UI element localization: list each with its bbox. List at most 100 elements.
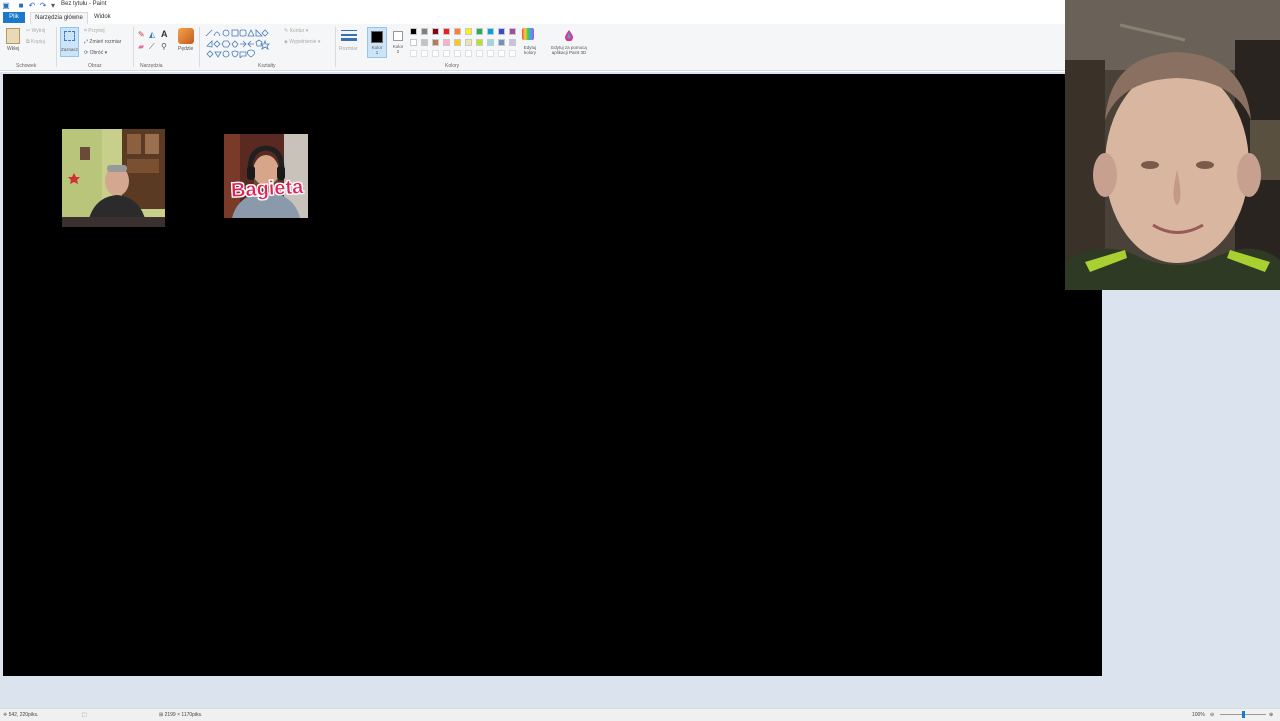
paste-button[interactable]: Wklej — [7, 46, 19, 52]
ribbon-tabs: Plik Narzędzia główne Widok — [0, 12, 1065, 24]
tools-group-label: Narzędzia — [140, 63, 163, 69]
copy-button[interactable]: ⧉ Kopiuj — [26, 39, 45, 45]
custom-color-slot[interactable] — [476, 50, 483, 57]
shapes-gallery[interactable] — [205, 28, 280, 59]
palette-color-swatch[interactable] — [487, 28, 494, 35]
custom-color-slot[interactable] — [432, 50, 439, 57]
palette-color-swatch[interactable] — [410, 39, 417, 46]
color1-swatch — [371, 31, 383, 43]
color1-label: Kolor 1 — [371, 45, 383, 55]
palette-color-swatch[interactable] — [432, 39, 439, 46]
divider — [335, 27, 336, 67]
bagieta-sticker-text: Bagieta — [230, 176, 304, 202]
ribbon: Wklej ✂ Wytnij ⧉ Kopiuj Schowek Zaznacz … — [0, 24, 1065, 71]
palette-color-swatch[interactable] — [465, 39, 472, 46]
palette-color-swatch[interactable] — [498, 39, 505, 46]
divider — [133, 27, 134, 67]
select-label: Zaznacz — [61, 47, 79, 52]
redo-icon[interactable]: ↷ — [39, 2, 47, 10]
color-palette — [410, 28, 520, 58]
pasted-photo-man-in-room[interactable] — [62, 129, 165, 227]
custom-color-slot[interactable] — [487, 50, 494, 57]
paint3d-drop-icon — [565, 30, 573, 42]
tab-file[interactable]: Plik — [3, 12, 25, 23]
color1-button[interactable]: Kolor 1 — [367, 27, 387, 58]
palette-color-swatch[interactable] — [476, 39, 483, 46]
color2-swatch — [393, 31, 403, 41]
undo-icon[interactable]: ↶ — [28, 2, 36, 10]
paste-icon[interactable] — [6, 28, 20, 44]
pencil-icon[interactable]: ✎ — [138, 30, 145, 39]
divider — [199, 27, 200, 67]
pasted-photo-image — [62, 129, 165, 227]
custom-color-slot[interactable] — [421, 50, 428, 57]
canvas-size: ⊞ 2199 × 1170piks. — [159, 712, 203, 718]
fill-button[interactable]: ◈ Wypełnienie ▾ — [284, 39, 320, 45]
cut-button[interactable]: ✂ Wytnij — [26, 28, 45, 34]
custom-color-slot[interactable] — [498, 50, 505, 57]
custom-color-slot[interactable] — [465, 50, 472, 57]
color-picker-icon[interactable]: ⟋ — [149, 42, 155, 52]
custom-color-slot[interactable] — [454, 50, 461, 57]
palette-color-swatch[interactable] — [465, 28, 472, 35]
divider — [56, 27, 57, 67]
color2-label: Kolor 2 — [392, 44, 404, 54]
select-icon — [64, 31, 75, 41]
size-icon[interactable] — [341, 29, 357, 43]
tab-view[interactable]: Widok — [94, 12, 111, 23]
clipboard-group-label: Schowek — [16, 63, 37, 69]
colors-group-label: Kolory — [445, 63, 460, 69]
palette-color-swatch[interactable] — [509, 28, 516, 35]
palette-color-swatch[interactable] — [509, 39, 516, 46]
custom-color-slot[interactable] — [443, 50, 450, 57]
image-group-label: Obraz — [88, 63, 102, 69]
text-tool-icon[interactable]: A — [161, 29, 168, 39]
paint-app-icon: ▣ — [2, 1, 10, 10]
shapes-group-label: Kształty — [258, 63, 276, 69]
zoom-slider-thumb[interactable] — [1242, 711, 1245, 718]
palette-color-swatch[interactable] — [498, 28, 505, 35]
selection-size-icon: ⬚ — [82, 712, 87, 718]
tab-home[interactable]: Narzędzia główne — [30, 12, 88, 24]
palette-color-swatch[interactable] — [421, 28, 428, 35]
shapes-gallery-icons — [205, 29, 270, 59]
color2-button[interactable]: Kolor 2 — [390, 27, 408, 58]
status-bar: ✛ 542, 220piks. ⬚ ⊞ 2199 × 1170piks. 100… — [0, 708, 1280, 721]
palette-color-swatch[interactable] — [454, 39, 461, 46]
resize-button[interactable]: ⤢ Zmień rozmiar — [84, 39, 121, 45]
customize-quick-access-icon[interactable]: ▾ — [49, 2, 57, 10]
title-bar: ▣ ■ ↶ ↷ ▾ Bez tytułu - Paint — [0, 0, 1065, 12]
crop-button[interactable]: ⌗ Przytnij — [84, 28, 105, 34]
rotate-button[interactable]: ⟳ Obróć ▾ — [84, 50, 107, 56]
save-icon[interactable]: ■ — [17, 2, 25, 10]
palette-color-swatch[interactable] — [432, 28, 439, 35]
edit-colors-button[interactable]: Edytuj kolory — [519, 45, 541, 55]
paint3d-button[interactable]: Edytuj za pomocą aplikacji Paint 3D — [544, 45, 594, 55]
palette-color-swatch[interactable] — [487, 39, 494, 46]
zoom-slider[interactable] — [1220, 711, 1266, 718]
edit-colors-icon[interactable] — [522, 28, 534, 40]
magnifier-icon[interactable]: ⚲ — [161, 42, 167, 51]
zoom-out-icon[interactable]: ⊖ — [1210, 712, 1214, 718]
brushes-button[interactable]: Pędzle — [178, 46, 193, 52]
size-button[interactable]: Rozmiar — [339, 46, 358, 52]
palette-color-swatch[interactable] — [476, 28, 483, 35]
paint3d-icon[interactable] — [563, 28, 575, 42]
custom-color-slot[interactable] — [509, 50, 516, 57]
brush-icon[interactable] — [178, 28, 194, 44]
select-button[interactable]: Zaznacz — [60, 27, 79, 57]
palette-color-swatch[interactable] — [443, 39, 450, 46]
palette-color-swatch[interactable] — [410, 28, 417, 35]
webcam-overlay — [1065, 0, 1280, 290]
palette-color-swatch[interactable] — [454, 28, 461, 35]
eraser-icon[interactable]: ▰ — [138, 42, 144, 51]
drawing-canvas[interactable]: Bagieta — [3, 74, 1102, 676]
palette-color-swatch[interactable] — [421, 39, 428, 46]
zoom-level: 100% — [1192, 712, 1205, 718]
custom-color-slot[interactable] — [410, 50, 417, 57]
fill-bucket-icon[interactable]: ◭ — [149, 30, 155, 39]
outline-button[interactable]: ✎ Kontur ▾ — [284, 28, 308, 34]
cursor-position: ✛ 542, 220piks. — [3, 712, 39, 718]
palette-color-swatch[interactable] — [443, 28, 450, 35]
zoom-in-icon[interactable]: ⊕ — [1269, 712, 1273, 718]
